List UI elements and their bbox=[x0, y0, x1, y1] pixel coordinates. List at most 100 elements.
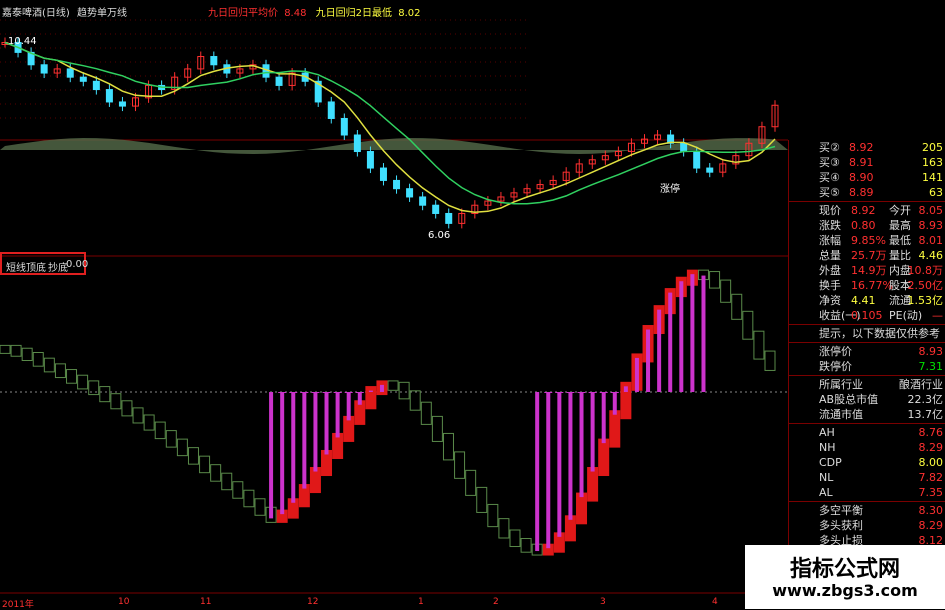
osc-bar bbox=[587, 467, 599, 502]
extra-label: 多空平衡 bbox=[819, 504, 863, 517]
quote-label: 涨跌 bbox=[819, 219, 841, 232]
quote-value: 2.50亿 bbox=[907, 279, 944, 292]
level-value: 7.35 bbox=[918, 486, 944, 499]
order-volume: 205 bbox=[922, 141, 943, 154]
extra-label: 多头获利 bbox=[819, 519, 863, 532]
market-label: AB股总市值 bbox=[819, 393, 879, 406]
quote-label: 最低 bbox=[889, 234, 911, 247]
level-label: NL bbox=[819, 471, 834, 484]
osc-bar bbox=[143, 414, 155, 431]
time-axis-tick: 11 bbox=[200, 597, 212, 607]
quote-value: 14.9万 bbox=[851, 264, 887, 277]
order-row: 买③ 8.91 163 bbox=[789, 155, 945, 170]
indicator-box[interactable]: 短线顶底 抄底 0.00 bbox=[0, 252, 88, 275]
watermark-url: www.zbgs3.com bbox=[772, 581, 918, 600]
osc-bar bbox=[54, 363, 66, 379]
osc-histogram-bar bbox=[668, 292, 673, 392]
quote-value: 0.105 bbox=[851, 309, 883, 322]
market-value: 13.7亿 bbox=[907, 408, 944, 421]
candle-body bbox=[406, 188, 414, 198]
order-volume: 163 bbox=[922, 156, 943, 169]
osc-histogram-bar bbox=[657, 309, 662, 392]
osc-bar bbox=[731, 293, 743, 320]
quote-row: 净资 4.41 流通 1.53亿 bbox=[789, 293, 945, 308]
osc-histogram-bar bbox=[368, 390, 373, 392]
osc-bar bbox=[0, 344, 11, 354]
quote-row: 收益(一) 0.105 PE(动) — bbox=[789, 308, 945, 323]
candle-body bbox=[432, 204, 440, 214]
candle-body bbox=[118, 101, 126, 107]
order-price: 8.90 bbox=[849, 171, 874, 184]
candle-body bbox=[40, 64, 48, 74]
market-row: 流通市值 13.7亿 bbox=[789, 407, 945, 422]
osc-bar bbox=[43, 357, 55, 373]
osc-bar bbox=[409, 390, 421, 411]
level-row: NH 8.29 bbox=[789, 440, 945, 455]
indicator-name: 短线顶底 bbox=[6, 263, 46, 274]
quote-value: 25.7万 bbox=[851, 249, 887, 262]
panel-divider bbox=[789, 375, 945, 376]
osc-histogram-bar bbox=[579, 392, 584, 498]
extra-value: 8.29 bbox=[918, 519, 944, 532]
panel-divider bbox=[789, 342, 945, 343]
candle-body bbox=[706, 167, 714, 173]
osc-bar bbox=[66, 369, 78, 384]
quote-row: 涨跌 0.80 最高 8.93 bbox=[789, 218, 945, 233]
osc-bar bbox=[165, 430, 177, 448]
osc-bar bbox=[210, 464, 222, 482]
osc-bar bbox=[32, 352, 44, 367]
watermark: 指标公式网 www.zbgs3.com bbox=[745, 545, 945, 609]
level-label: CDP bbox=[819, 456, 842, 469]
indicator-param-label: 抄底 bbox=[48, 263, 68, 274]
notice-text: 提示，以下数据仅供参考 bbox=[819, 327, 940, 340]
osc-bar bbox=[465, 469, 477, 496]
order-price: 8.89 bbox=[849, 186, 874, 199]
limit-row: 涨停价 8.93 bbox=[789, 344, 945, 359]
osc-histogram-bar bbox=[612, 392, 617, 415]
osc-histogram-bar bbox=[291, 392, 296, 503]
quote-value: 8.92 bbox=[851, 204, 876, 217]
osc-bar bbox=[520, 538, 532, 553]
osc-histogram-bar bbox=[568, 392, 573, 520]
quote-row: 外盘 14.9万 内盘 10.8万 bbox=[789, 263, 945, 278]
osc-bar bbox=[232, 481, 244, 499]
quote-value: 0.80 bbox=[851, 219, 876, 232]
quote-label: 现价 bbox=[819, 204, 841, 217]
order-label: 买③ bbox=[819, 156, 840, 169]
osc-bar bbox=[154, 421, 166, 440]
time-axis-tick: 4 bbox=[712, 597, 718, 607]
osc-histogram-bar bbox=[590, 392, 595, 472]
candle-body bbox=[393, 179, 401, 190]
level-row: NL 7.82 bbox=[789, 470, 945, 485]
osc-histogram-bar bbox=[690, 274, 695, 392]
osc-bar bbox=[121, 400, 133, 417]
osc-histogram-bar bbox=[280, 392, 285, 515]
candle-body bbox=[66, 68, 74, 78]
osc-histogram-bar bbox=[546, 392, 551, 549]
osc-bar bbox=[476, 486, 488, 513]
osc-bar bbox=[365, 386, 377, 410]
extra-value: 8.30 bbox=[918, 504, 944, 517]
order-label: 买④ bbox=[819, 171, 840, 184]
osc-bar bbox=[753, 330, 765, 360]
osc-bar bbox=[442, 432, 454, 461]
low-value: 8.02 bbox=[398, 8, 421, 19]
quote-label: 换手 bbox=[819, 279, 841, 292]
low-price-label: 6.06 bbox=[428, 230, 451, 241]
osc-bar bbox=[254, 498, 266, 516]
quote-value: 16.77% bbox=[851, 279, 893, 292]
quote-row: 总量 25.7万 量比 4.46 bbox=[789, 248, 945, 263]
osc-histogram-bar bbox=[324, 392, 329, 455]
candle-body bbox=[105, 89, 113, 103]
time-axis-tick: 3 bbox=[600, 597, 606, 607]
order-label: 买⑤ bbox=[819, 186, 840, 199]
panel-divider bbox=[789, 423, 945, 424]
panel-divider bbox=[789, 324, 945, 325]
osc-bar bbox=[487, 503, 499, 528]
order-volume: 63 bbox=[929, 186, 943, 199]
notice-row: 提示，以下数据仅供参考 bbox=[789, 326, 945, 341]
osc-histogram-bar bbox=[557, 392, 562, 537]
time-axis-tick: 10 bbox=[118, 597, 130, 607]
osc-histogram-bar bbox=[302, 392, 307, 489]
osc-bar bbox=[420, 401, 432, 425]
